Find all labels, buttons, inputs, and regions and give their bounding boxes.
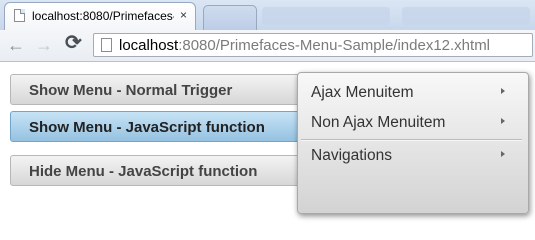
show-menu-javascript-function-button[interactable]: Show Menu - JavaScript function xyxy=(10,111,310,142)
menu-item-label: Ajax Menuitem xyxy=(311,84,414,101)
show-menu-normal-trigger-button[interactable]: Show Menu - Normal Trigger xyxy=(10,74,310,105)
submenu-arrow-icon xyxy=(501,88,505,94)
reload-icon[interactable]: ⟳ xyxy=(65,33,82,53)
blurred-tab-1 xyxy=(262,7,390,25)
browser-tab-strip: localhost:8080/Primefaces-Menu-Sample/in… xyxy=(0,0,535,30)
menu-item-ajax-menuitem[interactable]: Ajax Menuitem xyxy=(298,81,520,107)
page-icon xyxy=(101,38,112,52)
address-bar[interactable]: localhost:8080/Primefaces-Menu-Sample/in… xyxy=(93,33,533,57)
url-host: localhost xyxy=(119,37,179,54)
new-tab-button[interactable] xyxy=(203,5,257,30)
button-label: Hide Menu - JavaScript function xyxy=(29,163,258,180)
context-menu: Ajax Menuitem Non Ajax Menuitem Navigati… xyxy=(297,72,529,214)
menu-item-label: Non Ajax Menuitem xyxy=(311,114,446,131)
submenu-arrow-icon xyxy=(501,118,505,124)
blurred-tab-2 xyxy=(402,7,530,25)
tab-title: localhost:8080/Primefaces-Menu-Sample/in… xyxy=(32,9,174,23)
address-url: localhost:8080/Primefaces-Menu-Sample/in… xyxy=(119,37,490,54)
tab-close-icon[interactable]: × xyxy=(180,8,187,22)
menu-item-non-ajax-menuitem[interactable]: Non Ajax Menuitem xyxy=(298,111,520,137)
button-label: Show Menu - Normal Trigger xyxy=(29,82,233,99)
button-label: Show Menu - JavaScript function xyxy=(29,119,265,136)
back-arrow-icon[interactable]: ← xyxy=(7,36,25,54)
forward-arrow-icon[interactable]: → xyxy=(35,36,53,54)
submenu-arrow-icon xyxy=(501,151,505,157)
browser-toolbar: ← → ⟳ localhost:8080/Primefaces-Menu-Sam… xyxy=(0,30,535,62)
menu-separator xyxy=(301,139,522,141)
browser-tab-active[interactable]: localhost:8080/Primefaces-Menu-Sample/in… xyxy=(4,2,196,30)
menu-item-navigations[interactable]: Navigations xyxy=(298,144,520,170)
url-path: :8080/Primefaces-Menu-Sample/index12.xht… xyxy=(178,37,491,54)
menu-item-label: Navigations xyxy=(311,147,392,164)
hide-menu-javascript-function-button[interactable]: Hide Menu - JavaScript function xyxy=(10,155,310,186)
page-favicon-icon xyxy=(14,9,25,22)
